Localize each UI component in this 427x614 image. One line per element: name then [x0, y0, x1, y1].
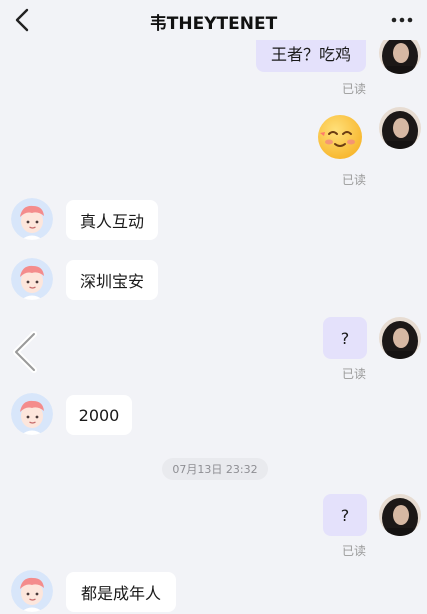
swipe-back-button[interactable]: [10, 330, 40, 374]
message-text: 都是成年人: [80, 584, 161, 603]
message-text: 王者？吃鸡: [270, 45, 351, 64]
read-status: 已读: [342, 173, 367, 187]
message-bubble-incoming[interactable]: 深圳宝安: [66, 260, 158, 300]
nav-bar: 韦THEYTENET: [0, 0, 427, 40]
message-bubble-incoming[interactable]: 都是成年人: [66, 572, 176, 612]
my-avatar[interactable]: [379, 494, 421, 536]
message-text: 真人互动: [79, 212, 144, 231]
cartoon-avatar-image: [11, 258, 53, 300]
more-button[interactable]: [387, 8, 417, 32]
emoji-icon: [318, 115, 362, 159]
my-avatar[interactable]: [379, 107, 421, 149]
avatar-image: [379, 494, 421, 536]
blushing-smile-emoji[interactable]: [316, 113, 364, 161]
more-dots-icon: [391, 17, 413, 23]
message-text: ?: [340, 505, 350, 525]
message-bubble-incoming[interactable]: 2000: [66, 395, 132, 435]
read-status: 已读: [342, 544, 367, 558]
contact-avatar[interactable]: [11, 570, 53, 612]
cartoon-avatar-image: [11, 570, 53, 612]
message-text: 2000: [78, 405, 120, 425]
cartoon-avatar-image: [11, 198, 53, 240]
contact-avatar[interactable]: [11, 258, 53, 300]
message-bubble-outgoing[interactable]: ?: [323, 494, 367, 536]
avatar-image: [379, 317, 421, 359]
my-avatar[interactable]: [379, 317, 421, 359]
cartoon-avatar-image: [11, 393, 53, 435]
read-status: 已读: [342, 82, 367, 96]
chevron-left-icon: [13, 331, 37, 373]
message-text: ?: [340, 328, 350, 348]
message-text: 深圳宝安: [79, 272, 144, 291]
chat-title: 韦THEYTENET: [149, 14, 278, 34]
contact-avatar[interactable]: [11, 198, 53, 240]
message-bubble-outgoing[interactable]: ?: [323, 317, 367, 359]
read-status: 已读: [342, 367, 367, 381]
time-divider: 07月13日 23:32: [162, 458, 268, 480]
contact-avatar[interactable]: [11, 393, 53, 435]
message-bubble-incoming[interactable]: 真人互动: [66, 200, 158, 240]
avatar-image: [379, 107, 421, 149]
